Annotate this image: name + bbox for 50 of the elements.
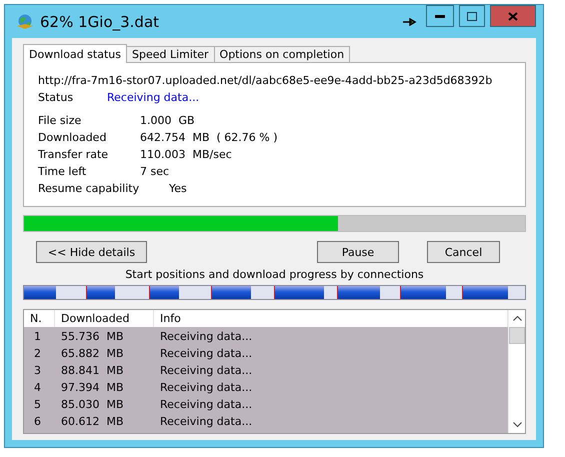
table-cell-text: 1 bbox=[33, 330, 42, 343]
close-icon bbox=[508, 12, 518, 20]
field-value: Yes bbox=[169, 182, 187, 195]
tab[interactable]: Options on completion bbox=[214, 46, 350, 63]
minimize-icon bbox=[435, 14, 445, 18]
field-value: 1.000 GB bbox=[140, 114, 195, 127]
cancel-button[interactable]: Cancel bbox=[427, 241, 500, 263]
tab[interactable]: Speed Limiter bbox=[126, 46, 215, 63]
table-cell-text: 2 bbox=[33, 347, 42, 360]
scroll-thumb[interactable] bbox=[509, 327, 525, 344]
table-cell-text: 55.736 MB bbox=[60, 330, 125, 343]
close-button[interactable] bbox=[490, 5, 536, 27]
table-cell-text: 3 bbox=[33, 364, 42, 377]
field-label: Time left bbox=[38, 165, 88, 178]
table-cell-text: Receiving data... bbox=[159, 415, 254, 428]
scroll-up-icon[interactable] bbox=[512, 316, 522, 321]
window-title: 62% 1Gio_3.dat bbox=[40, 12, 160, 30]
table-cell-text: Receiving data... bbox=[159, 364, 254, 377]
maximize-icon bbox=[467, 12, 477, 20]
field-value: 642.754 MB ( 62.76 % ) bbox=[140, 131, 278, 144]
minimize-button[interactable] bbox=[426, 5, 454, 27]
arrow-icon bbox=[403, 18, 417, 26]
table-cell-text: 85.030 MB bbox=[60, 398, 125, 411]
globe-icon bbox=[16, 14, 34, 30]
table-cell-text: Receiving data... bbox=[159, 330, 254, 343]
table-cell-text: 4 bbox=[33, 381, 42, 394]
field-label: Resume capability bbox=[38, 182, 140, 195]
table-cell-text: Receiving data... bbox=[159, 398, 254, 411]
field-label: Status bbox=[38, 91, 74, 104]
table-cell-text: Receiving data... bbox=[159, 381, 254, 394]
connections-caption: Start positions and download progress by connections bbox=[124, 268, 425, 281]
tab[interactable]: Download status bbox=[23, 44, 127, 63]
scroll-down-icon[interactable] bbox=[512, 422, 522, 427]
field-value: 110.003 MB/sec bbox=[140, 148, 232, 161]
table-cell-text: 5 bbox=[33, 398, 42, 411]
download-url: http://fra-7m16-stor07.uploaded.net/dl/aabc68e5-ee9e-4add-bb25-a23d5d68392b bbox=[38, 74, 492, 87]
table-cell-text: 6 bbox=[33, 415, 42, 428]
pause-button[interactable]: Pause bbox=[317, 241, 399, 263]
field-label: File size bbox=[38, 114, 82, 127]
table-cell-text: 88.841 MB bbox=[60, 364, 125, 377]
table-cell-text: Receiving data... bbox=[159, 347, 254, 360]
field-label: Downloaded bbox=[38, 131, 108, 144]
table-cell-text: 97.394 MB bbox=[60, 381, 125, 394]
hide-details-button[interactable]: << Hide details bbox=[36, 241, 147, 263]
table-cell-text: 60.612 MB bbox=[60, 415, 125, 428]
field-label: Transfer rate bbox=[38, 148, 110, 161]
table-cell-text: 65.882 MB bbox=[60, 347, 125, 360]
field-value: 7 sec bbox=[140, 165, 170, 178]
status-value: Receiving data... bbox=[107, 91, 200, 104]
maximize-button[interactable] bbox=[459, 5, 485, 27]
